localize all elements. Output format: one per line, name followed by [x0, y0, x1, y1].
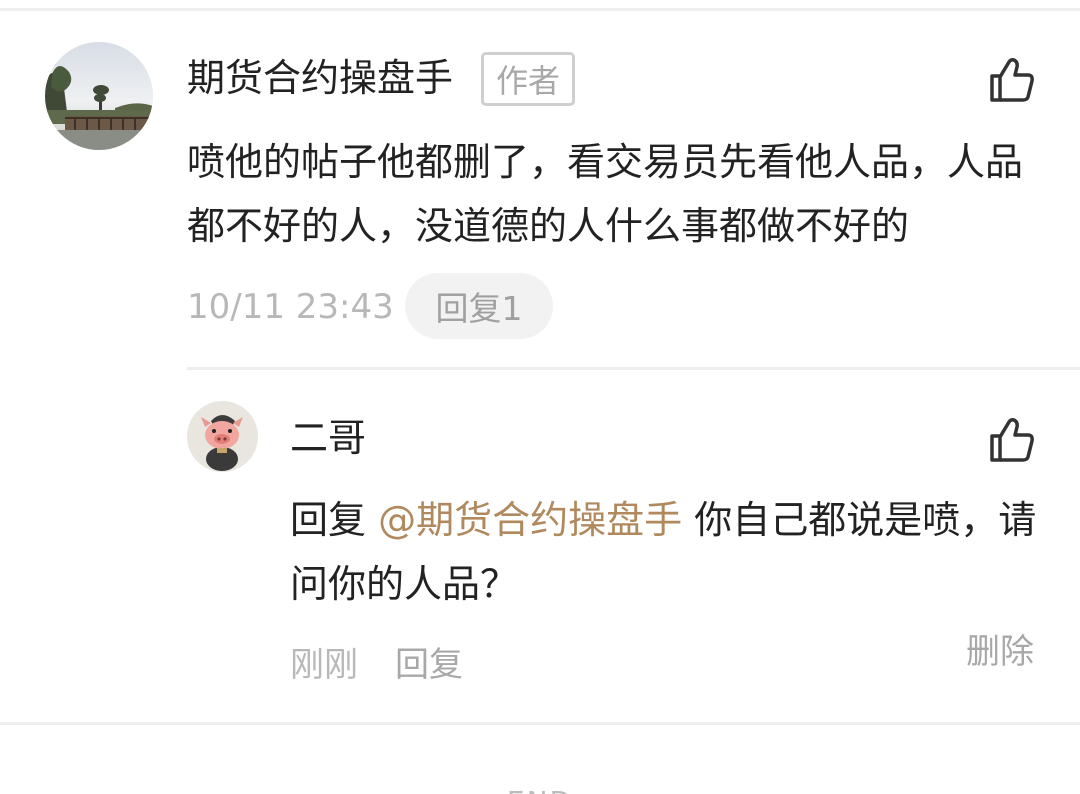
comment-text: 喷他的帖子他都删了，看交易员先看他人品，人品都不好的人，没道德的人什么事都做不好… [187, 140, 1024, 248]
reply-prefix: 回复 [290, 498, 379, 542]
avatar[interactable] [45, 42, 153, 150]
view-replies-button[interactable]: 回复1 [405, 273, 553, 339]
delete-button[interactable]: 删除 [966, 627, 1034, 677]
reply-like-button[interactable] [988, 416, 1036, 464]
reply-avatar[interactable] [187, 401, 258, 472]
avatar-image-icon [45, 42, 153, 150]
reply-author-name[interactable]: 二哥 [290, 412, 366, 464]
reply-divider [187, 367, 1080, 370]
thumbs-up-icon [990, 58, 1034, 102]
bottom-divider [0, 722, 1080, 725]
top-divider [0, 8, 1080, 11]
end-marker: END [0, 782, 1080, 794]
comment-thread: 期货合约操盘手 作者 喷他的帖子他都删了，看交易员先看他人品，人品都不好的人，没… [0, 0, 1080, 794]
mention-link[interactable]: @期货合约操盘手 [378, 498, 682, 542]
author-badge: 作者 [481, 52, 575, 106]
comment-author-name[interactable]: 期货合约操盘手 [187, 52, 453, 104]
thumbs-up-icon [990, 418, 1034, 462]
pig-avatar-icon [187, 401, 258, 472]
like-button[interactable] [988, 56, 1036, 104]
reply-text: 回复 @期货合约操盘手 你自己都说是喷，请问你的人品？ [290, 488, 1050, 616]
comment-timestamp: 10/11 23:43 [187, 287, 394, 327]
reply-timestamp: 刚刚 [290, 645, 358, 685]
reply-button[interactable]: 回复 [395, 640, 463, 690]
